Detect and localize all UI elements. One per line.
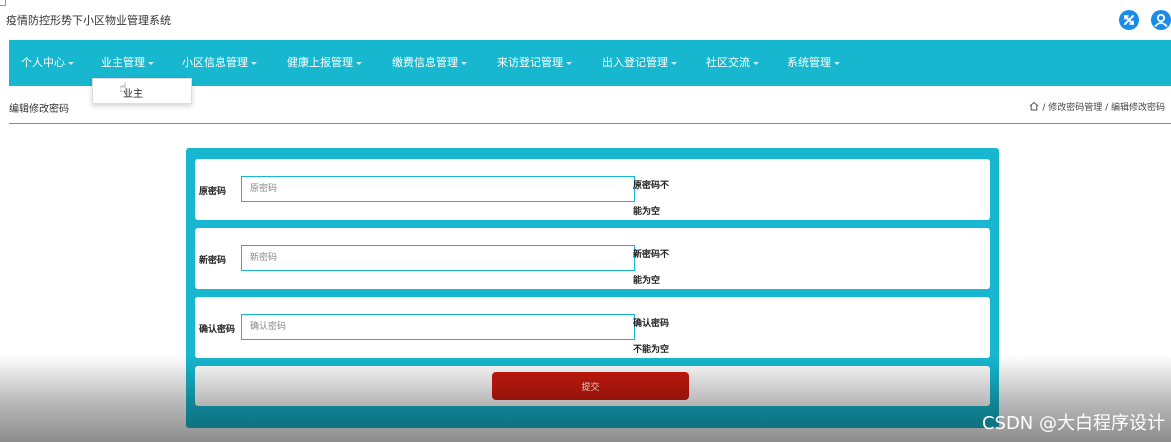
chevron-down-icon <box>356 61 362 65</box>
nav-item-personal-center[interactable]: 个人中心 <box>21 54 74 70</box>
confirm-password-input[interactable] <box>241 314 635 340</box>
home-icon[interactable] <box>1029 101 1039 114</box>
chevron-down-icon <box>753 61 759 65</box>
confirm-password-label: 确认密码 <box>199 325 236 335</box>
nav-item-owner-management[interactable]: 业主管理 <box>101 54 154 70</box>
fullscreen-icon[interactable] <box>1119 10 1139 30</box>
new-password-input[interactable] <box>241 245 635 271</box>
corner-mark <box>0 0 6 6</box>
old-password-error: 原密码不 能为空 <box>633 181 670 217</box>
top-bar <box>0 0 1171 40</box>
form-row-old-password: 原密码 原密码不能为空 <box>195 159 990 220</box>
confirm-password-error: 确认密码 不能为空 <box>633 319 670 355</box>
chevron-down-icon <box>834 61 840 65</box>
chevron-down-icon <box>148 61 154 65</box>
user-icon[interactable] <box>1151 10 1171 30</box>
nav-item-health-report[interactable]: 健康上报管理 <box>287 54 362 70</box>
submit-button[interactable]: 提交 <box>492 372 689 400</box>
breadcrumb: / 修改密码管理 / 编辑修改密码 <box>1029 100 1165 114</box>
nav-item-payment-info[interactable]: 缴费信息管理 <box>392 54 467 70</box>
old-password-label: 原密码 <box>199 187 227 197</box>
nav-item-community-exchange[interactable]: 社区交流 <box>706 54 759 70</box>
chevron-down-icon <box>251 61 257 65</box>
form-row-confirm-password: 确认密码 确认密码不能为空 <box>195 297 990 358</box>
divider <box>9 123 1171 124</box>
new-password-label: 新密码 <box>199 256 227 266</box>
chevron-down-icon <box>671 61 677 65</box>
old-password-input[interactable] <box>241 176 635 202</box>
chevron-down-icon <box>68 61 74 65</box>
app-title: 疫情防控形势下小区物业管理系统 <box>6 14 171 27</box>
hand-cursor-icon: ☝ <box>119 81 127 96</box>
new-password-error: 新密码不 能为空 <box>633 250 670 286</box>
owner-management-dropdown: 业主 <box>92 78 192 104</box>
form-row-new-password: 新密码 新密码不能为空 <box>195 228 990 289</box>
breadcrumb-text: / 修改密码管理 / 编辑修改密码 <box>1042 103 1165 113</box>
chevron-down-icon <box>461 61 467 65</box>
chevron-down-icon <box>566 61 572 65</box>
nav-item-system-management[interactable]: 系统管理 <box>787 54 840 70</box>
page-title: 编辑修改密码 <box>9 104 69 115</box>
nav-item-community-info[interactable]: 小区信息管理 <box>182 54 257 70</box>
watermark-text: CSDN @大白程序设计 <box>981 413 1165 434</box>
nav-item-visitor-registration[interactable]: 来访登记管理 <box>497 54 572 70</box>
nav-item-access-registration[interactable]: 出入登记管理 <box>602 54 677 70</box>
